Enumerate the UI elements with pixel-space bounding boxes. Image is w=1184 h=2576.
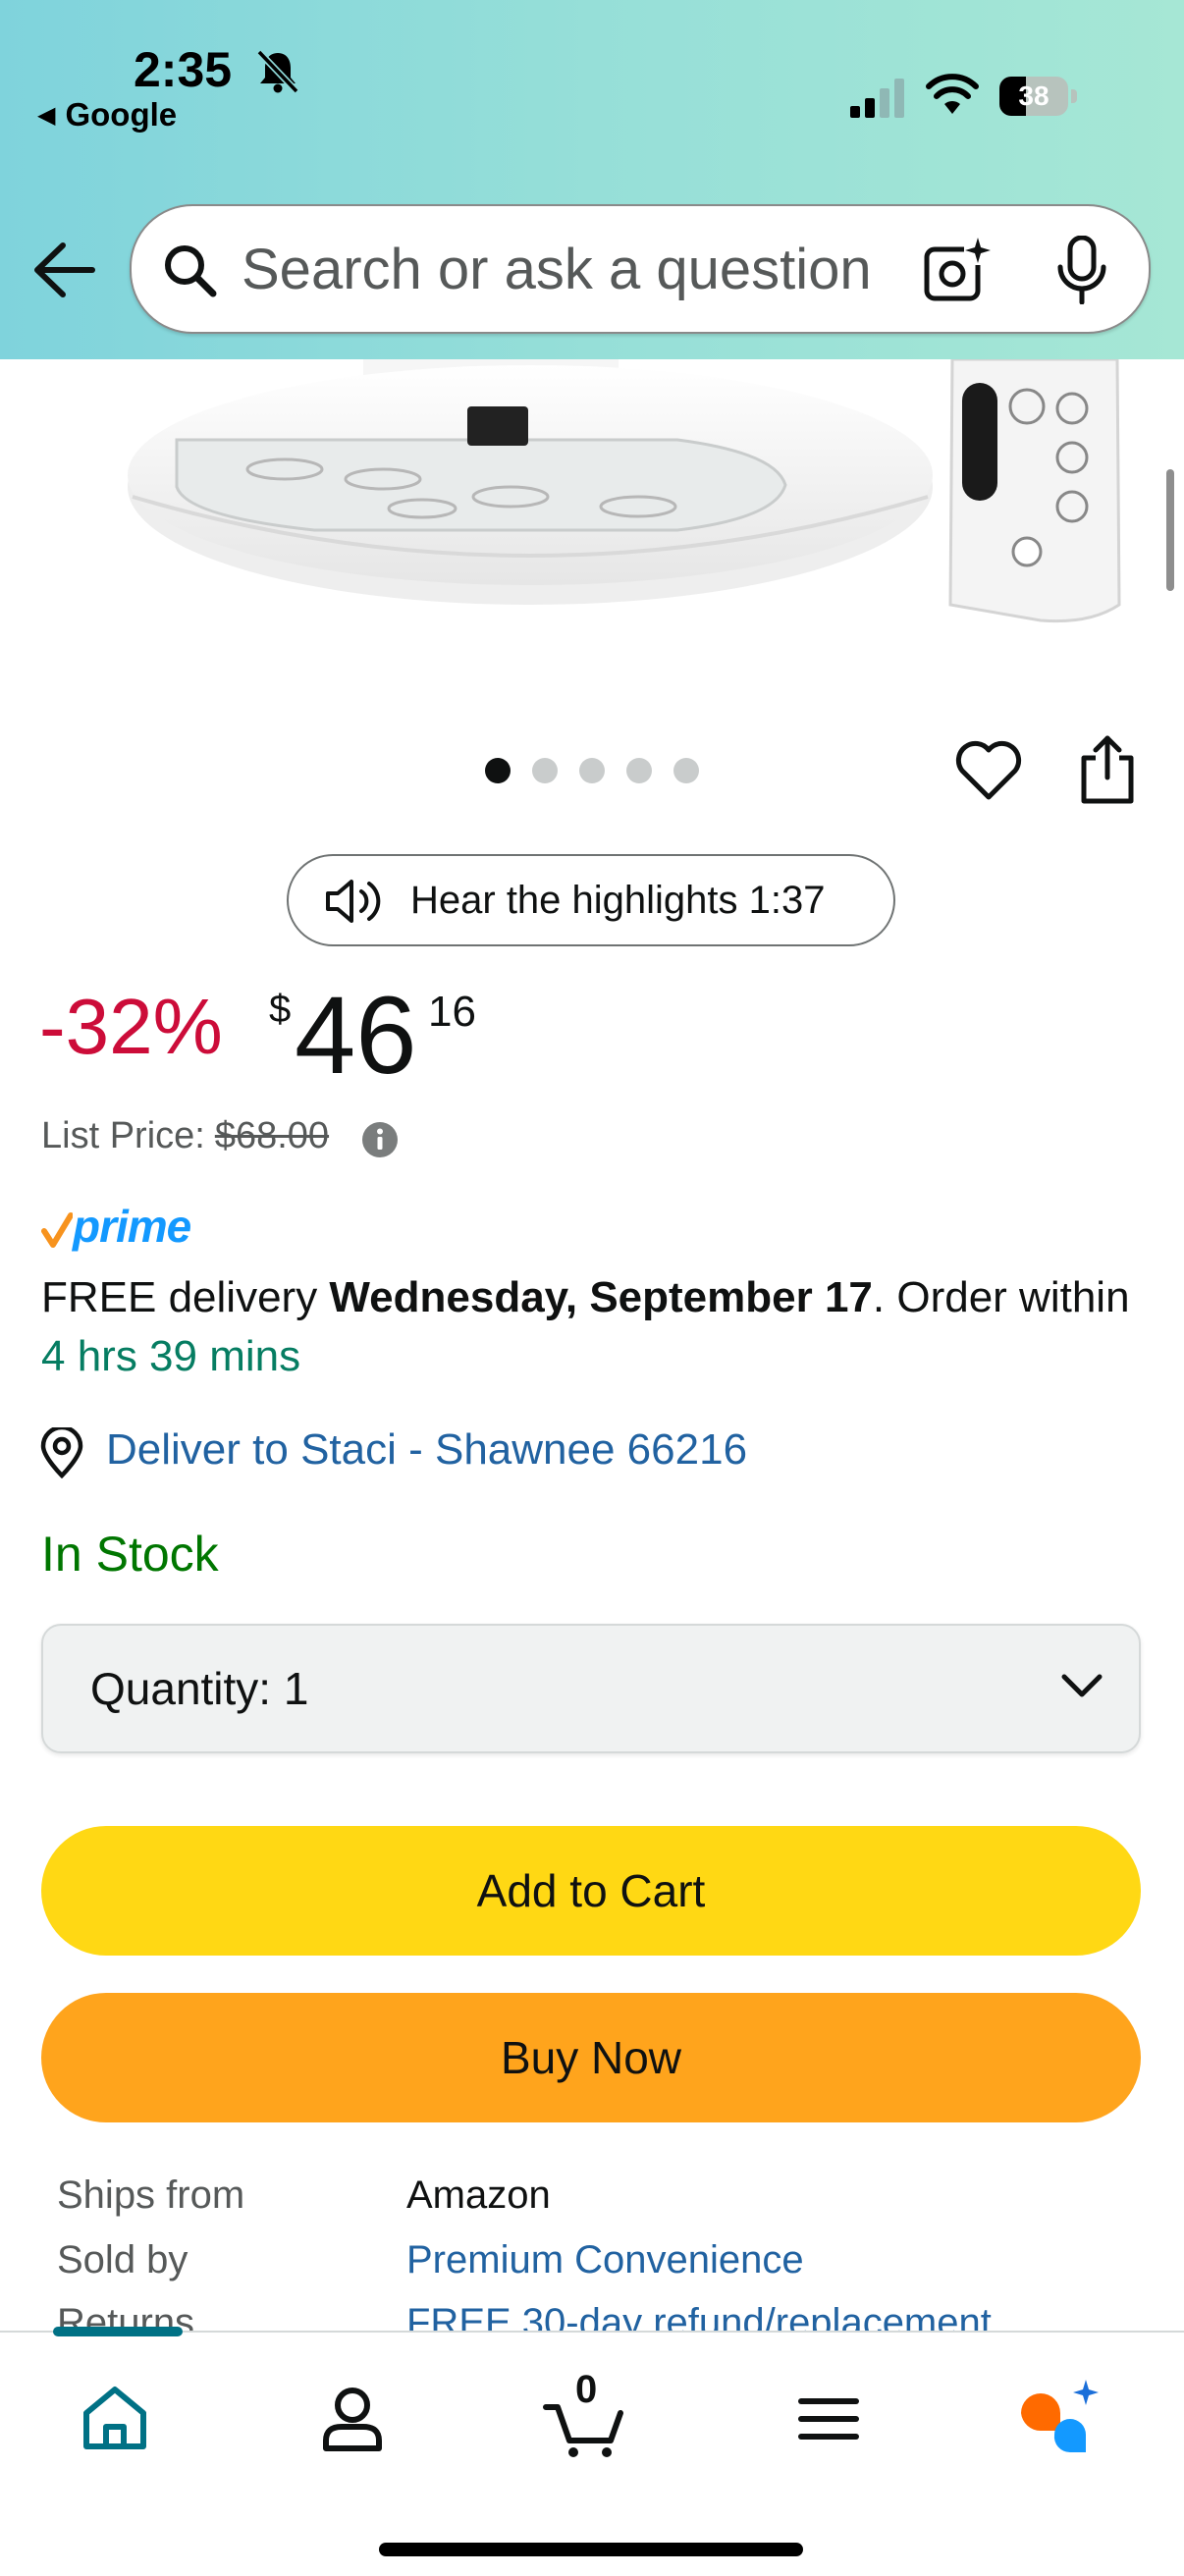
microphone-icon[interactable] [1052, 236, 1111, 304]
quantity-label: Quantity: [90, 1663, 272, 1714]
price-whole: 46 [295, 974, 417, 1097]
delivery-countdown: 4 hrs 39 mins [41, 1332, 301, 1380]
add-to-cart-button[interactable]: Add to Cart [41, 1826, 1141, 1956]
info-key: Sold by [57, 2238, 188, 2281]
app-header: 2:35 ◀ Google 38 [0, 0, 1184, 359]
carousel-dot[interactable] [485, 758, 511, 783]
hear-highlights-button[interactable]: Hear the highlights 1:37 [287, 854, 895, 946]
buy-now-button[interactable]: Buy Now [41, 1993, 1141, 2122]
list-price-label: List Price: [41, 1115, 205, 1156]
tab-rufus-assistant[interactable] [1015, 2374, 1103, 2462]
home-icon [83, 2387, 146, 2449]
back-triangle-icon: ◀ [37, 102, 56, 129]
cellular-signal-icon [850, 79, 904, 118]
tab-cart[interactable]: 0 [542, 2368, 630, 2462]
price-currency-symbol: $ [269, 988, 292, 1031]
status-time: 2:35 [134, 42, 233, 97]
back-to-app-link[interactable]: ◀ Google [37, 96, 177, 134]
info-value: Amazon [406, 2174, 551, 2217]
delivery-message: FREE delivery Wednesday, September 17. O… [41, 1268, 1141, 1386]
quantity-text: Quantity: 1 [90, 1626, 308, 1751]
delivery-date: Wednesday, September 17 [329, 1273, 873, 1321]
wishlist-heart-icon[interactable] [954, 738, 1023, 803]
carousel-dot[interactable] [626, 758, 652, 783]
back-app-label: Google [65, 96, 178, 133]
list-price: List Price: $68.00 [41, 1115, 329, 1157]
deliver-to-link[interactable]: Deliver to Staci - Shawnee 66216 [106, 1425, 747, 1475]
info-icon[interactable] [361, 1121, 399, 1158]
stock-status: In Stock [41, 1527, 219, 1582]
hear-highlights-label: Hear the highlights 1:37 [410, 879, 826, 922]
delivery-prefix: FREE delivery [41, 1273, 330, 1321]
prime-logo: prime [41, 1200, 218, 1252]
speaker-icon [326, 880, 381, 923]
returns-link[interactable]: FREE 30-day refund/replacement [406, 2301, 992, 2331]
bell-muted-icon [256, 49, 299, 94]
seller-link[interactable]: Premium Convenience [406, 2238, 804, 2282]
location-pin-icon[interactable] [39, 1427, 84, 1478]
chevron-down-icon [1061, 1674, 1103, 1697]
info-key: Ships from [57, 2174, 245, 2217]
back-arrow-icon[interactable] [29, 240, 98, 300]
search-icon [165, 245, 217, 297]
active-tab-indicator [53, 2327, 183, 2336]
battery-level: 38 [1018, 80, 1049, 111]
page-scrollbar[interactable] [1166, 469, 1174, 591]
quantity-dropdown[interactable]: Quantity: 1 [41, 1624, 1141, 1753]
product-photo [128, 359, 1121, 623]
person-icon [323, 2388, 382, 2451]
product-image[interactable] [0, 359, 1184, 664]
discount-percent: -32% [39, 983, 223, 1070]
camera-lens-icon[interactable] [923, 236, 994, 304]
prime-logo-text: prime [73, 1201, 191, 1252]
battery-indicator: 38 [999, 77, 1078, 116]
share-icon[interactable] [1078, 732, 1137, 807]
delivery-middle: . Order within [872, 1273, 1130, 1321]
carousel-dot[interactable] [579, 758, 605, 783]
wifi-icon [926, 74, 979, 114]
tab-menu[interactable] [785, 2374, 874, 2462]
carousel-dot[interactable] [532, 758, 558, 783]
home-indicator [379, 2543, 803, 2556]
tab-home[interactable] [71, 2374, 159, 2462]
tab-account[interactable] [308, 2374, 397, 2462]
bottom-tab-bar: 0 [0, 2327, 1184, 2576]
quantity-value: 1 [283, 1663, 309, 1714]
rufus-assistant-icon [1021, 2380, 1099, 2453]
prime-check-icon [41, 1212, 73, 1248]
price-fraction: 16 [428, 988, 476, 1036]
search-bar[interactable] [130, 204, 1151, 334]
carousel-dot[interactable] [673, 758, 699, 783]
cart-count-badge: 0 [575, 2368, 598, 2411]
hamburger-menu-icon [798, 2398, 859, 2440]
list-price-value: $68.00 [214, 1115, 330, 1156]
